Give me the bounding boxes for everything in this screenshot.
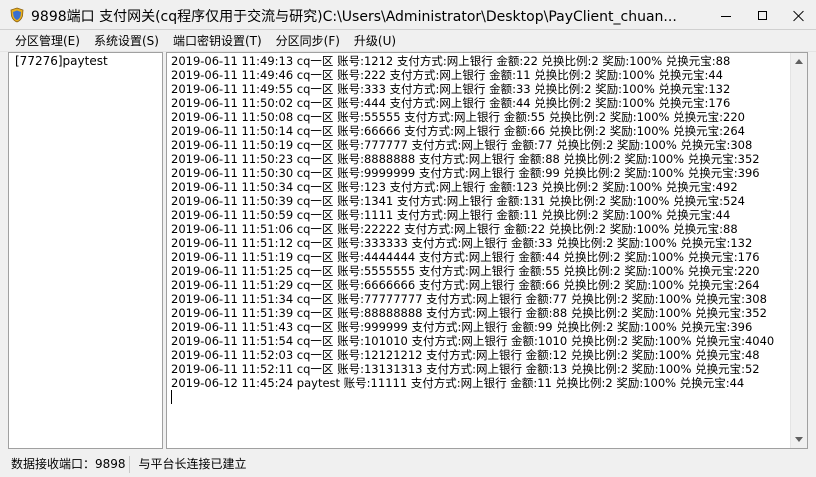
log-line: 2019-06-11 11:51:06 cq一区 账号:22222 支付方式:网… — [171, 222, 738, 236]
menu-partition-sync[interactable]: 分区同步(F) — [269, 31, 347, 51]
log-lines: 2019-06-11 11:49:13 cq一区 账号:1212 支付方式:网上… — [171, 54, 787, 390]
log-line: 2019-06-11 11:52:11 cq一区 账号:13131313 支付方… — [171, 362, 760, 376]
log-line: 2019-06-12 11:45:24 paytest 账号:11111 支付方… — [171, 376, 745, 390]
menu-bar: 分区管理(E) 系统设置(S) 端口密钥设置(T) 分区同步(F) 升级(U) — [0, 30, 816, 52]
text-caret — [171, 390, 172, 404]
log-line: 2019-06-11 11:50:19 cq一区 账号:777777 支付方式:… — [171, 138, 753, 152]
close-icon — [793, 10, 804, 21]
log-line: 2019-06-11 11:51:19 cq一区 账号:4444444 支付方式… — [171, 250, 760, 264]
title-bar[interactable]: 9898端口 支付网关(cq程序仅用于交流与研究)C:\Users\Admini… — [0, 0, 816, 30]
menu-port-key-settings[interactable]: 端口密钥设置(T) — [166, 31, 269, 51]
close-button[interactable] — [780, 0, 816, 30]
log-line: 2019-06-11 11:49:13 cq一区 账号:1212 支付方式:网上… — [171, 54, 731, 68]
partition-item[interactable]: [77276]paytest — [9, 53, 162, 70]
log-line: 2019-06-11 11:49:46 cq一区 账号:222 支付方式:网上银… — [171, 68, 724, 82]
status-port: 数据接收端口：9898 — [8, 456, 130, 473]
log-line: 2019-06-11 11:50:30 cq一区 账号:9999999 支付方式… — [171, 166, 760, 180]
partition-list[interactable]: [77276]paytest — [8, 52, 163, 449]
scroll-down-button[interactable] — [791, 431, 807, 448]
log-line: 2019-06-11 11:51:12 cq一区 账号:333333 支付方式:… — [171, 236, 753, 250]
window-title: 9898端口 支付网关(cq程序仅用于交流与研究)C:\Users\Admini… — [31, 9, 677, 25]
log-line: 2019-06-11 11:49:55 cq一区 账号:333 支付方式:网上银… — [171, 82, 731, 96]
menu-partition-management[interactable]: 分区管理(E) — [8, 31, 87, 51]
log-line: 2019-06-11 11:50:08 cq一区 账号:55555 支付方式:网… — [171, 110, 745, 124]
log-line: 2019-06-11 11:51:43 cq一区 账号:999999 支付方式:… — [171, 320, 753, 334]
log-line: 2019-06-11 11:50:39 cq一区 账号:1341 支付方式:网上… — [171, 194, 745, 208]
log-line: 2019-06-11 11:50:14 cq一区 账号:66666 支付方式:网… — [171, 124, 745, 138]
log-line: 2019-06-11 11:51:34 cq一区 账号:77777777 支付方… — [171, 292, 767, 306]
app-shield-icon — [10, 7, 24, 23]
menu-upgrade[interactable]: 升级(U) — [347, 31, 403, 51]
log-line: 2019-06-11 11:50:02 cq一区 账号:444 支付方式:网上银… — [171, 96, 731, 110]
chevron-down-icon — [795, 437, 803, 442]
log-line: 2019-06-11 11:51:29 cq一区 账号:6666666 支付方式… — [171, 278, 760, 292]
log-vertical-scrollbar[interactable] — [790, 53, 807, 448]
log-line: 2019-06-11 11:50:23 cq一区 账号:8888888 支付方式… — [171, 152, 760, 166]
log-line: 2019-06-11 11:51:54 cq一区 账号:101010 支付方式:… — [171, 334, 775, 348]
log-line: 2019-06-11 11:51:39 cq一区 账号:88888888 支付方… — [171, 306, 767, 320]
chevron-up-icon — [795, 59, 803, 64]
log-line: 2019-06-11 11:50:59 cq一区 账号:1111 支付方式:网上… — [171, 208, 731, 222]
maximize-button[interactable] — [744, 0, 780, 30]
menu-system-settings[interactable]: 系统设置(S) — [87, 31, 166, 51]
scroll-up-button[interactable] — [791, 53, 807, 70]
maximize-icon — [757, 10, 767, 20]
log-textarea[interactable]: 2019-06-11 11:49:13 cq一区 账号:1212 支付方式:网上… — [166, 52, 808, 449]
log-line: 2019-06-11 11:50:34 cq一区 账号:123 支付方式:网上银… — [171, 180, 738, 194]
status-connection: 与平台长连接已建立 — [138, 457, 247, 471]
log-line: 2019-06-11 11:52:03 cq一区 账号:12121212 支付方… — [171, 348, 760, 362]
status-bar: 数据接收端口：9898 与平台长连接已建立 — [0, 452, 816, 477]
minimize-icon — [721, 15, 731, 17]
log-line: 2019-06-11 11:51:25 cq一区 账号:5555555 支付方式… — [171, 264, 760, 278]
minimize-button[interactable] — [708, 0, 744, 30]
